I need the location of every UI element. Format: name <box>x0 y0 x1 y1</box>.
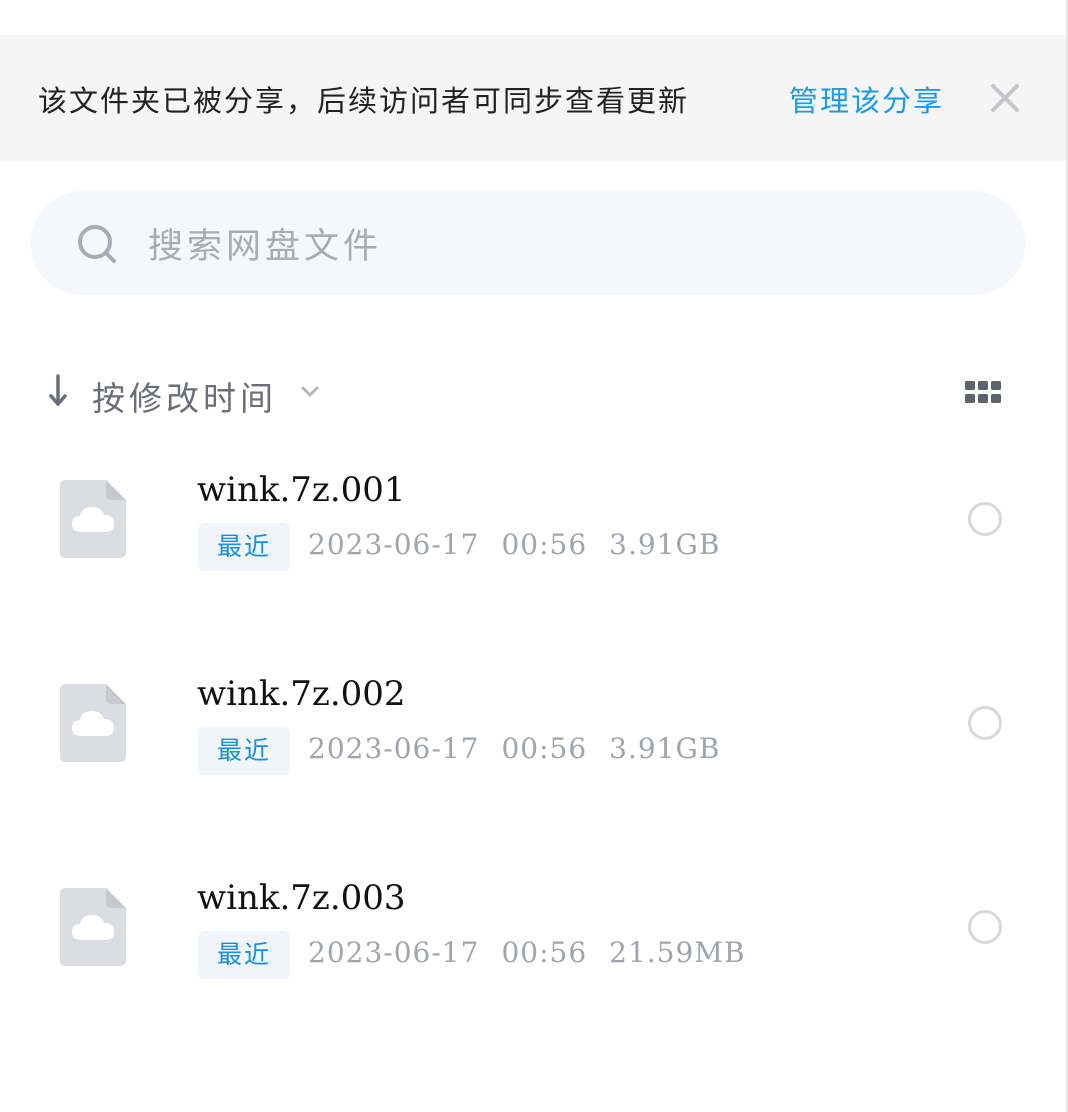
file-row[interactable]: wink.7z.003 最近 2023-06-17 00:56 21.59MB <box>0 858 1066 1028</box>
file-row[interactable]: wink.7z.002 最近 2023-06-17 00:56 3.91GB <box>0 654 1066 824</box>
search-placeholder: 搜索网盘文件 <box>148 227 383 267</box>
recent-badge: 最近 <box>198 931 290 979</box>
select-radio[interactable] <box>968 706 1002 740</box>
file-list-page: 该文件夹已被分享，后续访问者可同步查看更新 管理该分享 搜索网盘文件 按修改时间 <box>0 0 1068 1112</box>
cloud-file-icon <box>60 684 126 762</box>
manage-share-link[interactable]: 管理该分享 <box>789 78 944 120</box>
file-time: 00:56 <box>501 936 588 969</box>
select-radio[interactable] <box>968 502 1002 536</box>
cloud-file-icon <box>60 888 126 966</box>
file-time: 00:56 <box>501 732 588 765</box>
file-date: 2023-06-17 <box>308 732 480 765</box>
file-size: 3.91GB <box>609 732 721 765</box>
file-time: 00:56 <box>501 528 588 561</box>
file-name: wink.7z.002 <box>197 674 406 714</box>
file-size: 3.91GB <box>609 528 721 561</box>
cloud-file-icon <box>60 480 126 558</box>
select-radio[interactable] <box>968 910 1002 944</box>
recent-badge: 最近 <box>198 523 290 571</box>
file-meta: 2023-06-17 00:56 3.91GB <box>308 732 720 765</box>
file-meta: 2023-06-17 00:56 21.59MB <box>308 936 746 969</box>
close-icon[interactable] <box>987 80 1023 116</box>
file-size: 21.59MB <box>609 936 746 969</box>
file-date: 2023-06-17 <box>308 528 480 561</box>
file-meta: 2023-06-17 00:56 3.91GB <box>308 528 720 561</box>
file-name: wink.7z.003 <box>197 878 406 918</box>
search-input[interactable]: 搜索网盘文件 <box>30 191 1026 295</box>
file-name: wink.7z.001 <box>197 470 406 510</box>
sort-label: 按修改时间 <box>92 379 277 418</box>
grid-view-icon[interactable] <box>962 378 1004 406</box>
recent-badge: 最近 <box>198 727 290 775</box>
file-row[interactable]: wink.7z.001 最近 2023-06-17 00:56 3.91GB <box>0 450 1066 620</box>
arrow-down-icon <box>48 374 68 408</box>
chevron-down-icon <box>300 384 320 398</box>
file-date: 2023-06-17 <box>308 936 480 969</box>
search-icon <box>76 222 120 266</box>
share-banner-text: 该文件夹已被分享，后续访问者可同步查看更新 <box>38 84 690 118</box>
